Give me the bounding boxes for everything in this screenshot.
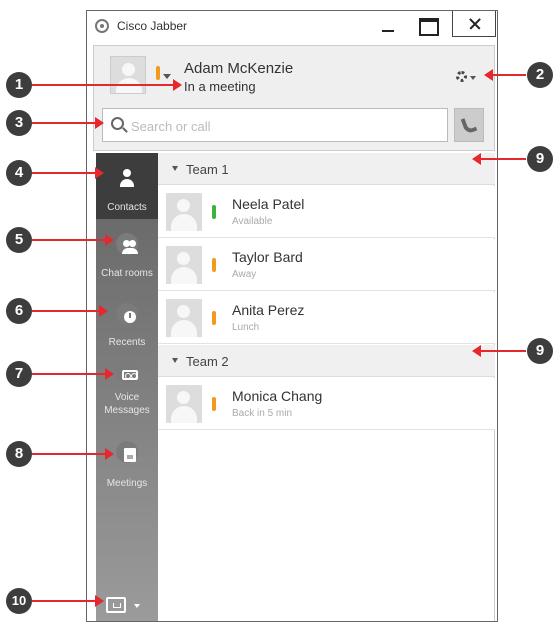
- clock-icon: [116, 303, 138, 325]
- presence-indicator: [212, 311, 216, 325]
- contact-status: Lunch: [232, 322, 260, 333]
- chevron-down-icon: [172, 166, 178, 171]
- callout-arrow: [472, 345, 526, 357]
- sidebar-item-label: Meetings: [106, 478, 148, 489]
- phone-icon: [460, 115, 478, 135]
- minimize-button[interactable]: [370, 11, 406, 37]
- avatar: [166, 246, 202, 284]
- callout-arrow: [32, 79, 182, 91]
- call-button[interactable]: [454, 108, 484, 142]
- jabber-logo-icon: [95, 19, 109, 33]
- callout-1: 1: [6, 72, 32, 98]
- sidebar-item-contacts[interactable]: Contacts: [96, 153, 158, 219]
- sidebar-item-label: Contacts: [107, 202, 147, 213]
- contact-row[interactable]: Anita Perez Lunch: [158, 292, 495, 344]
- gear-icon: [456, 71, 467, 82]
- callout-8: 8: [6, 441, 32, 467]
- maximize-button[interactable]: [409, 11, 445, 37]
- callout-3: 3: [6, 110, 32, 136]
- avatar: [166, 299, 202, 337]
- settings-menu[interactable]: [456, 70, 478, 84]
- callout-4: 4: [6, 160, 32, 186]
- sidebar: Contacts Chat rooms Recents Voice Messag…: [96, 153, 158, 621]
- user-name: Adam McKenzie: [184, 60, 294, 77]
- user-presence-indicator: [156, 66, 160, 80]
- avatar: [166, 193, 202, 231]
- contact-status: Away: [232, 269, 257, 280]
- callout-arrow: [484, 69, 526, 81]
- callout-9-second: 9: [527, 338, 553, 364]
- contact-name: Anita Perez: [232, 302, 305, 318]
- callout-9: 9: [527, 146, 553, 172]
- user-avatar[interactable]: [110, 56, 146, 94]
- close-button[interactable]: [452, 11, 496, 37]
- contact-row[interactable]: Taylor Bard Away: [158, 239, 495, 291]
- screen-share-button[interactable]: [106, 597, 152, 615]
- contact-name: Neela Patel: [232, 196, 305, 212]
- voicemail-icon: [116, 361, 138, 383]
- group-name: Team 2: [186, 354, 229, 369]
- presence-indicator: [212, 258, 216, 272]
- contact-status: Back in 5 min: [232, 408, 293, 419]
- callout-7: 7: [6, 361, 32, 387]
- user-header: Adam McKenzie In a meeting: [93, 45, 495, 151]
- sidebar-item-meetings[interactable]: Meetings: [96, 437, 158, 503]
- contact-row[interactable]: Monica Chang Back in 5 min: [158, 378, 495, 430]
- chat-rooms-icon: [116, 233, 138, 255]
- presence-dropdown-icon[interactable]: [163, 74, 171, 79]
- chevron-down-icon: [470, 76, 476, 80]
- callout-arrow: [32, 167, 104, 179]
- sidebar-item-label: Recents: [108, 337, 146, 348]
- person-icon: [116, 169, 138, 191]
- search-box: [102, 108, 448, 142]
- sidebar-item-voice-messages[interactable]: Voice Messages: [96, 357, 158, 423]
- avatar: [166, 385, 202, 423]
- callout-6: 6: [6, 298, 32, 324]
- monitor-icon: [106, 597, 126, 613]
- group-header-team-2[interactable]: Team 2: [158, 345, 495, 377]
- callout-arrow: [32, 234, 114, 246]
- window-title: Cisco Jabber: [117, 19, 188, 33]
- callout-arrow: [32, 368, 114, 380]
- presence-indicator: [212, 205, 216, 219]
- group-header-team-1[interactable]: Team 1: [158, 153, 495, 185]
- chevron-down-icon: [134, 604, 140, 608]
- group-name: Team 1: [186, 162, 229, 177]
- search-input[interactable]: [131, 116, 431, 136]
- user-status[interactable]: In a meeting: [184, 79, 256, 94]
- contact-name: Taylor Bard: [232, 249, 303, 265]
- callout-arrow: [32, 117, 104, 129]
- callout-2: 2: [527, 62, 553, 88]
- callout-10: 10: [6, 588, 32, 614]
- contact-row[interactable]: Neela Patel Available: [158, 186, 495, 238]
- callout-5: 5: [6, 227, 32, 253]
- callout-arrow: [32, 448, 114, 460]
- sidebar-item-label: Voice Messages: [104, 392, 150, 416]
- search-icon: [111, 117, 124, 130]
- callout-arrow: [472, 153, 526, 165]
- chevron-down-icon: [172, 358, 178, 363]
- contact-status: Available: [232, 216, 273, 227]
- callout-arrow: [32, 595, 104, 607]
- callout-arrow: [32, 305, 108, 317]
- jabber-window: Cisco Jabber Adam McKenzie In a meeting …: [86, 10, 498, 622]
- title-bar: Cisco Jabber: [87, 11, 497, 41]
- contact-list: Team 1 Neela Patel Available Taylor Bard…: [158, 153, 495, 621]
- presence-indicator: [212, 397, 216, 411]
- calendar-icon: [116, 441, 138, 463]
- contact-name: Monica Chang: [232, 388, 323, 404]
- sidebar-item-label: Chat rooms: [101, 268, 153, 279]
